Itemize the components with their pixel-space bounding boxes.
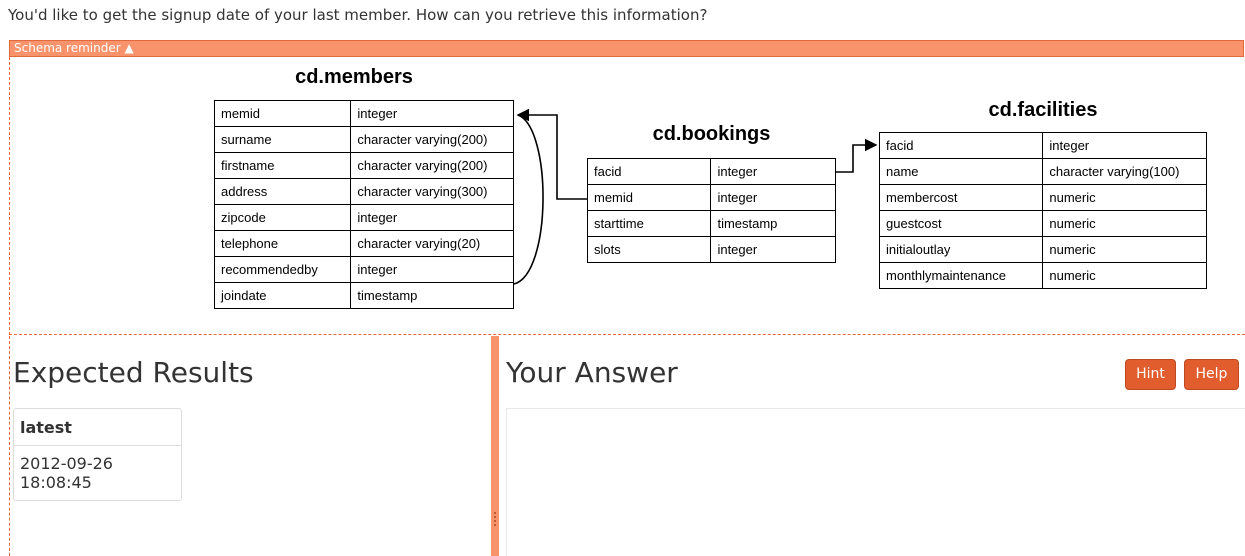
column-name: address [213,178,352,205]
column-name: guestcost [878,210,1044,237]
schema-reminder-toggle[interactable]: Schema reminder ▲ [9,40,1244,57]
column-type: timestamp [710,210,836,237]
bookings-table-title: cd.bookings [652,123,771,145]
help-button[interactable]: Help [1184,359,1239,390]
table-row: memid integer [586,184,836,211]
column-type: character varying(200) [350,126,514,153]
column-type: character varying(300) [350,178,514,205]
column-type: character varying(200) [350,152,514,179]
column-type: integer [710,236,836,263]
column-name: facid [586,158,712,185]
table-row: slots integer [586,236,836,263]
column-header: latest [14,409,181,446]
table-row: name character varying(100) [878,158,1207,185]
expected-results-heading: Expected Results [13,356,254,389]
column-type: character varying(100) [1042,158,1207,185]
table-cell: 2012-09-26 18:08:45 [20,454,113,492]
facilities-table-title: cd.facilities [988,99,1098,121]
column-type: numeric [1042,184,1207,211]
table-row: telephone character varying(20) [213,230,514,257]
column-type: integer [710,158,836,185]
column-type: integer [350,204,514,231]
column-name: joindate [213,282,352,309]
column-name: firstname [213,152,352,179]
facilities-table: facid integer name character varying(100) … [878,132,1207,289]
column-type: integer [710,184,836,211]
table-row: memid integer [213,100,514,127]
schema-reminder-label: Schema reminder [14,41,121,55]
members-table-title: cd.members [295,66,413,88]
chevron-up-icon: ▲ [124,41,134,55]
column-name: slots [586,236,712,263]
grip-icon [494,512,498,526]
column-name: membercost [878,184,1044,211]
column-type: timestamp [350,282,514,309]
column-name: memid [213,100,352,127]
column-type: numeric [1042,236,1207,263]
table-row: 2012-09-26 18:08:45 [14,446,181,500]
members-table: memid integer surname character varying(20… [213,100,514,309]
table-row: zipcode integer [213,204,514,231]
bookings-table: facid integer memid integer starttime times… [586,158,836,263]
question-text: You'd like to get the signup date of you… [8,6,708,24]
table-row: recommendedby integer [213,256,514,283]
answer-editor[interactable] [506,408,1245,556]
hint-button[interactable]: Hint [1125,359,1176,390]
pane-splitter[interactable] [491,336,499,556]
table-row: facid integer [878,132,1207,159]
your-answer-heading: Your Answer [506,356,678,389]
column-name: facid [878,132,1044,159]
column-name: memid [586,184,712,211]
table-header-row: latest [14,409,181,446]
column-type: integer [350,256,514,283]
column-type: numeric [1042,210,1207,237]
column-name: initialoutlay [878,236,1044,263]
column-type: integer [1042,132,1207,159]
table-row: starttime timestamp [586,210,836,237]
table-row: address character varying(300) [213,178,514,205]
column-name: surname [213,126,352,153]
expected-results-table: latest 2012-09-26 18:08:45 [13,408,182,501]
table-row: joindate timestamp [213,282,514,309]
table-row: monthlymaintenance numeric [878,262,1207,289]
table-row: membercost numeric [878,184,1207,211]
column-type: numeric [1042,262,1207,289]
column-name: zipcode [213,204,352,231]
table-row: guestcost numeric [878,210,1207,237]
column-type: integer [350,100,514,127]
table-row: initialoutlay numeric [878,236,1207,263]
column-name: starttime [586,210,712,237]
column-name: name [878,158,1044,185]
column-type: character varying(20) [350,230,514,257]
column-name: recommendedby [213,256,352,283]
column-name: monthlymaintenance [878,262,1044,289]
table-row: facid integer [586,158,836,185]
table-row: firstname character varying(200) [213,152,514,179]
table-row: surname character varying(200) [213,126,514,153]
column-name: telephone [213,230,352,257]
